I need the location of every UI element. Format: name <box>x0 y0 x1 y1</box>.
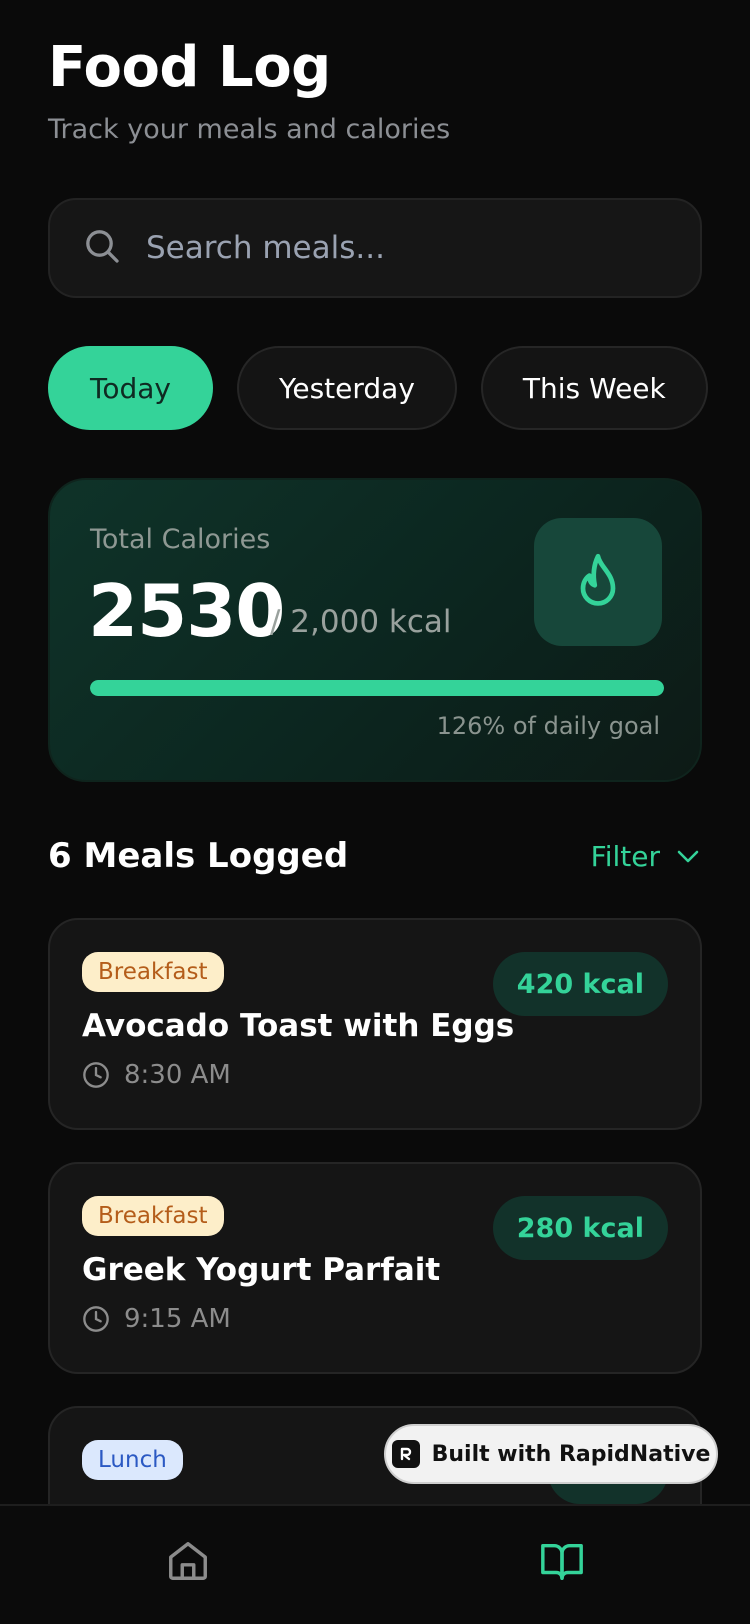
nav-item-food-log[interactable] <box>512 1538 612 1584</box>
meal-name: Avocado Toast with Eggs <box>82 1008 515 1044</box>
flame-badge <box>534 518 662 646</box>
calories-goal: / 2,000 kcal <box>270 604 452 640</box>
calories-percent: 126% of daily goal <box>436 712 660 740</box>
bottom-nav <box>0 1504 750 1624</box>
clock-icon <box>83 1062 109 1088</box>
clock-icon <box>83 1306 109 1332</box>
meal-time: 9:15 AM <box>82 1304 231 1334</box>
meal-card[interactable]: Breakfast 280 kcal Greek Yogurt Parfait … <box>48 1162 702 1374</box>
page-title: Food Log <box>48 35 331 100</box>
meal-category-badge: Lunch <box>82 1440 183 1480</box>
flame-icon <box>580 553 616 606</box>
meal-card[interactable]: Breakfast 420 kcal Avocado Toast with Eg… <box>48 918 702 1130</box>
food-log-screen: Food Log Track your meals and calories T… <box>0 0 750 1624</box>
meal-name: Greek Yogurt Parfait <box>82 1252 441 1288</box>
calories-value: 2530 <box>88 569 285 653</box>
page-subtitle: Track your meals and calories <box>48 114 451 145</box>
calories-progress-bar <box>90 680 664 696</box>
chevron-down-icon <box>677 850 699 862</box>
nav-item-home[interactable] <box>138 1538 238 1584</box>
total-calories-card: Total Calories 2530 / 2,000 kcal 126% of… <box>48 478 702 782</box>
calories-label: Total Calories <box>90 524 271 555</box>
tab-today[interactable]: Today <box>48 346 213 430</box>
meal-kcal: 280 kcal <box>492 1196 668 1260</box>
meal-category-badge: Breakfast <box>82 952 224 992</box>
meal-kcal: 420 kcal <box>492 952 668 1016</box>
tab-yesterday[interactable]: Yesterday <box>236 346 457 430</box>
meal-category-badge: Breakfast <box>82 1196 224 1236</box>
rapidnative-label: Built with RapidNative <box>431 1441 711 1467</box>
home-icon <box>169 1542 207 1580</box>
date-tabs: Today Yesterday This Week <box>48 346 708 430</box>
meals-count-title: 6 Meals Logged <box>48 836 349 876</box>
filter-button[interactable]: Filter <box>591 840 700 873</box>
meal-time-text: 8:30 AM <box>124 1060 231 1090</box>
tab-this-week[interactable]: This Week <box>480 346 708 430</box>
search-input[interactable] <box>146 230 666 266</box>
search-icon <box>82 226 122 270</box>
rapidnative-logo-icon <box>391 1440 420 1468</box>
search-bar[interactable] <box>48 198 702 298</box>
filter-label: Filter <box>590 840 660 873</box>
meal-time: 8:30 AM <box>82 1060 231 1090</box>
calories-progress-fill <box>90 680 664 696</box>
built-with-rapidnative-badge[interactable]: Built with RapidNative <box>384 1424 718 1484</box>
book-open-icon <box>541 1543 583 1580</box>
meal-time-text: 9:15 AM <box>124 1304 231 1334</box>
